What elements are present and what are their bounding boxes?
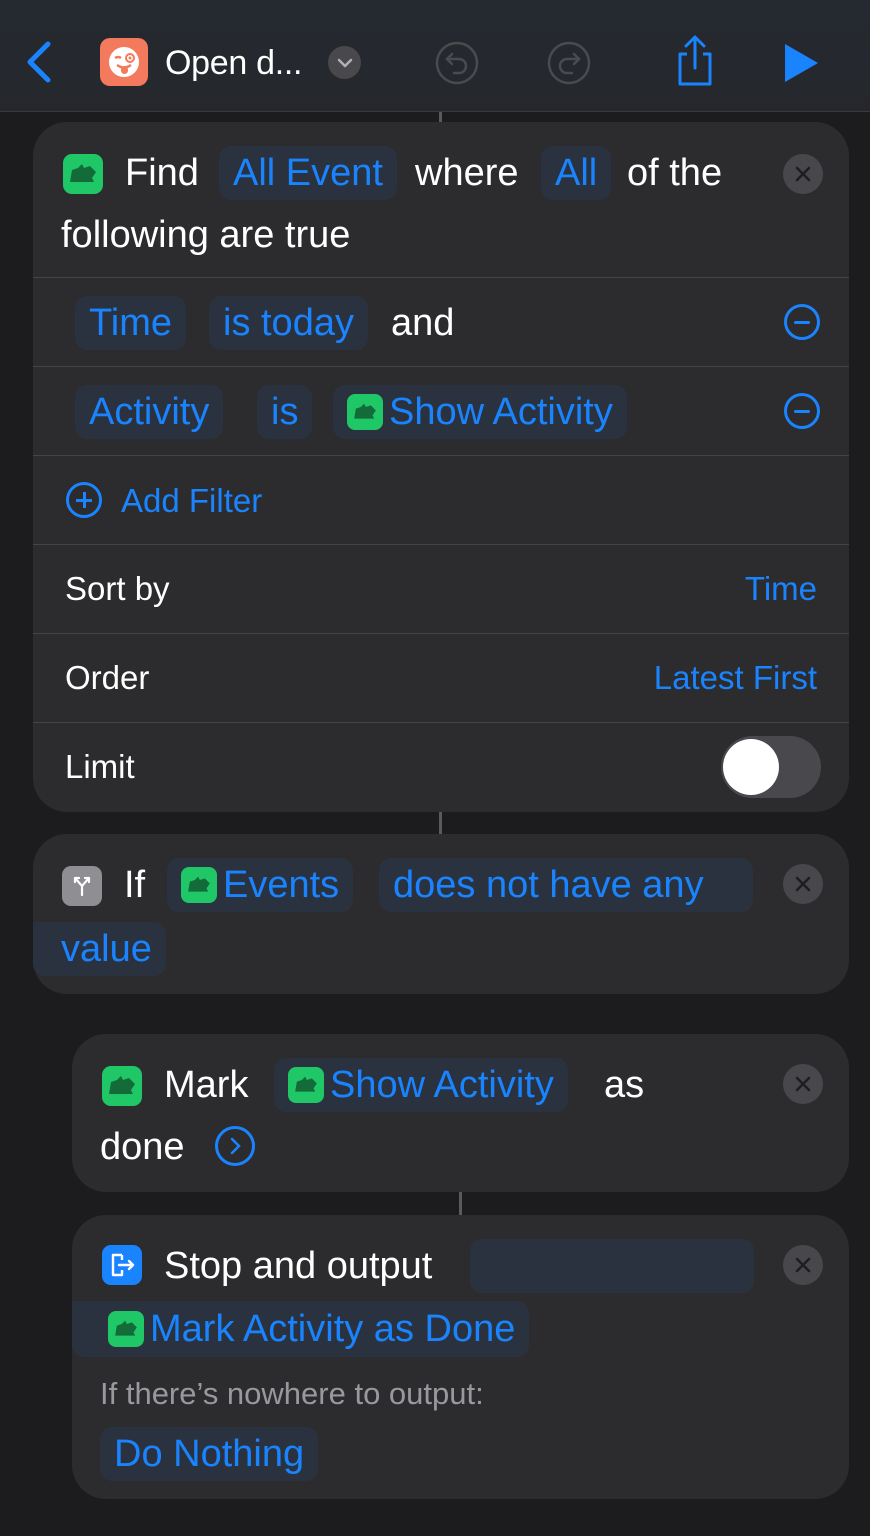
if-keyword: If [124,864,146,906]
exit-icon [111,1253,135,1277]
rhino-icon [347,394,383,430]
navigation-bar: Open d... [0,0,870,112]
title-menu-button[interactable] [328,46,361,79]
close-icon [795,876,811,892]
mark-verb: Mark [164,1064,249,1106]
rhino-icon [109,1076,135,1094]
remove-action-button[interactable] [783,154,823,194]
share-button[interactable] [672,34,718,88]
if-condition-continued[interactable]: value [33,922,166,976]
mark-target-label: Show Activity [330,1063,554,1106]
rhino-icon [70,164,96,182]
stop-and-output-action: Stop and output Mark Activity as Done If… [72,1215,849,1499]
undo-icon [435,41,479,85]
chevron-left-icon [27,41,51,83]
filter-conjunction: and [391,302,455,344]
output-value[interactable]: Mark Activity as Done [72,1301,530,1357]
add-filter-button[interactable]: Add Filter [121,478,262,524]
where-label: where [415,152,519,194]
undo-button[interactable] [434,40,480,86]
output-value-label: Mark Activity as Done [150,1307,516,1350]
filter-property[interactable]: Activity [75,385,224,439]
redo-button[interactable] [546,40,592,86]
output-parameter-slot[interactable] [470,1239,754,1293]
order-label: Order [65,659,150,696]
quantifier-parameter[interactable]: All [541,146,612,200]
run-button[interactable] [782,42,822,84]
connector-line [439,812,442,834]
connector-line [459,1192,462,1216]
rhino-icon [108,1311,144,1347]
of-the-label: of the [627,152,723,194]
rhino-icon [288,1067,324,1103]
filter-value[interactable]: Show Activity [333,385,627,439]
remove-filter-button[interactable] [784,393,820,429]
divider [33,277,849,278]
add-filter-icon[interactable] [66,482,102,518]
divider [33,633,849,634]
close-icon [795,166,811,182]
if-variable-label: Events [223,863,340,906]
done-label: done [100,1126,185,1168]
stop-output-icon [102,1245,142,1285]
expand-options-button[interactable] [215,1126,255,1166]
mark-target[interactable]: Show Activity [274,1058,568,1112]
play-icon [785,44,818,82]
remove-action-button[interactable] [783,864,823,904]
share-icon [678,35,712,86]
close-icon [795,1257,811,1273]
if-action: If Events does not have any value [33,834,849,994]
filter-property[interactable]: Time [75,296,187,350]
mark-done-action: Mark Show Activity as done [72,1034,849,1192]
divider [33,455,849,456]
connector-line [439,112,442,122]
limit-label: Limit [65,748,135,785]
rhino-icon [181,867,217,903]
filter-operator[interactable]: is today [209,296,368,350]
if-variable[interactable]: Events [167,858,354,912]
branch-icon [73,876,91,897]
fallback-value[interactable]: Do Nothing [100,1427,319,1481]
entity-parameter[interactable]: All Event [219,146,397,200]
sort-by-label: Sort by [65,570,170,607]
filter-operator[interactable]: is [257,385,313,439]
chevron-down-icon [337,58,352,67]
remove-action-button[interactable] [783,1064,823,1104]
remove-filter-button[interactable] [784,304,820,340]
filter-value-label: Show Activity [389,390,613,433]
app-icon [63,154,103,194]
find-events-action: Find All Event where All of the followin… [33,122,849,812]
find-line2: following are true [61,214,351,256]
order-value[interactable]: Latest First [654,659,817,697]
back-button[interactable] [22,40,56,84]
divider [33,366,849,367]
if-icon [62,866,102,906]
redo-icon [547,41,591,85]
shortcut-icon[interactable] [100,38,148,86]
chevron-right-icon [230,1137,241,1155]
app-icon [102,1066,142,1106]
sort-by-value[interactable]: Time [745,570,817,608]
as-label: as [604,1064,645,1106]
limit-toggle[interactable] [721,736,821,798]
stop-title: Stop and output [164,1245,433,1287]
toggle-knob [723,739,779,795]
shortcut-title[interactable]: Open d... [165,44,302,83]
remove-action-button[interactable] [783,1245,823,1285]
fallback-label: If there’s nowhere to output: [100,1376,484,1411]
divider [33,722,849,723]
find-verb: Find [125,152,199,194]
if-condition[interactable]: does not have any [379,858,753,912]
winking-face-tongue-icon [109,47,139,77]
divider [33,544,849,545]
close-icon [795,1076,811,1092]
